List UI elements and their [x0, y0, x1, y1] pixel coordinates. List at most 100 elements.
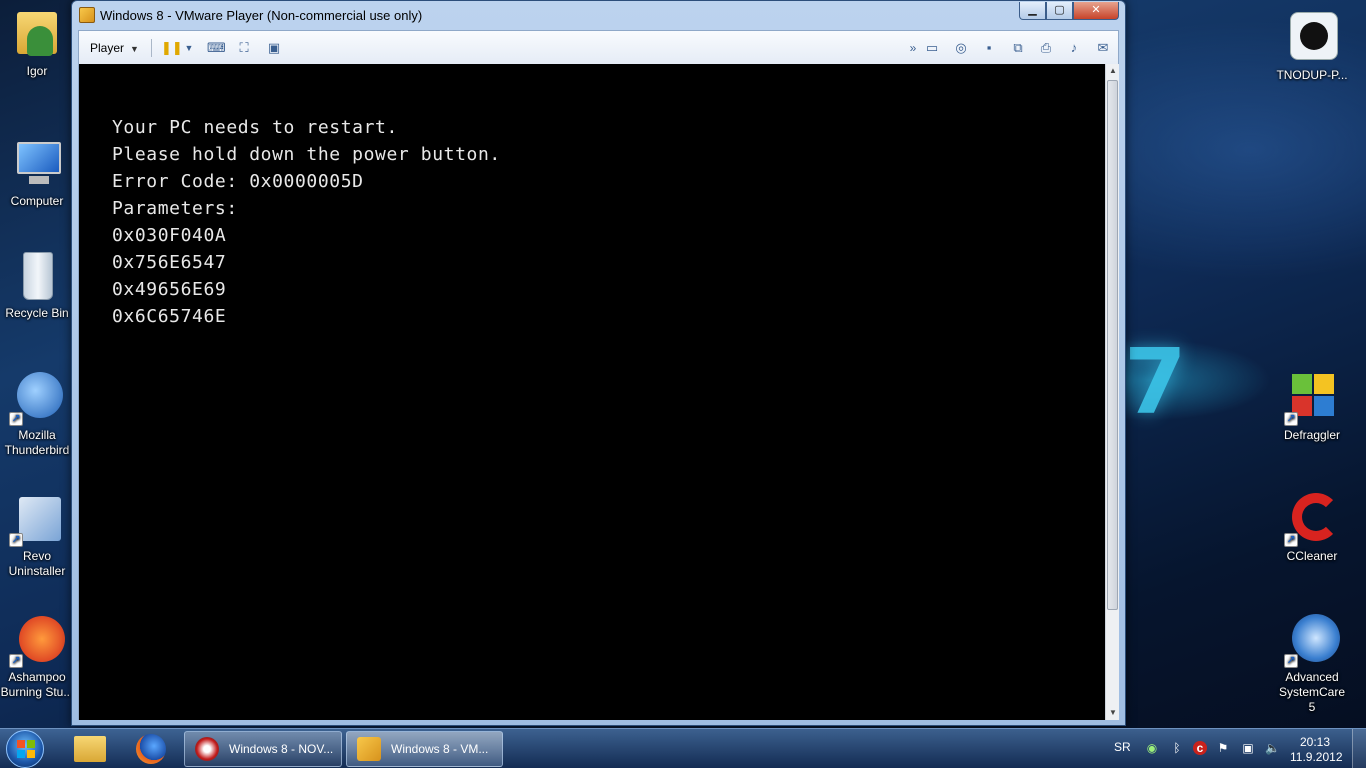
console-line: Your PC needs to restart. — [112, 117, 398, 138]
vmware-player-window[interactable]: Windows 8 - VMware Player (Non-commercia… — [71, 0, 1126, 726]
console-line: 0x030F040A — [112, 225, 227, 246]
cd-dvd-icon[interactable]: ◎ — [953, 40, 969, 56]
taskbar-button-windows8-vmware[interactable]: Windows 8 - VM... — [346, 731, 503, 767]
advanced-systemcare-icon: ↗ — [1284, 612, 1340, 668]
vertical-scrollbar[interactable]: ▲ ▼ — [1105, 64, 1119, 720]
desktop-icon-revo-uninstaller[interactable]: ↗ Revo Uninstaller — [0, 491, 74, 579]
clock-time: 20:13 — [1299, 735, 1331, 749]
unity-icon[interactable]: ▣ — [266, 40, 282, 56]
double-chevron-right-icon[interactable]: » — [905, 40, 921, 56]
desktop-icon-label: Advanced SystemCare 5 — [1278, 670, 1346, 714]
player-menu-label: Player — [90, 41, 125, 55]
recycle-bin-icon — [9, 248, 65, 304]
ashampoo-icon: ↗ — [9, 612, 65, 668]
shortcut-arrow-icon: ↗ — [1284, 533, 1298, 547]
user-folder-icon — [9, 6, 65, 62]
desktop-icon-recycle-bin[interactable]: Recycle Bin — [0, 248, 74, 321]
vm-console-screen[interactable]: Your PC needs to restart. Please hold do… — [78, 64, 1105, 720]
hard-disk-icon[interactable]: ▭ — [924, 40, 940, 56]
desktop-icon-label: Igor — [26, 64, 48, 78]
volume-icon[interactable]: 🔈 — [1265, 741, 1280, 755]
pinned-firefox[interactable] — [126, 732, 178, 766]
console-line: Parameters: — [112, 198, 238, 219]
desktop-icon-defraggler[interactable]: ↗ Defraggler — [1275, 370, 1349, 443]
shortcut-arrow-icon: ↗ — [9, 654, 23, 668]
sound-card-icon[interactable]: ♪ — [1066, 40, 1082, 56]
desktop-icon-label: CCleaner — [1286, 549, 1338, 563]
floppy-icon[interactable]: ▪ — [981, 40, 997, 56]
desktop-icon-advanced-systemcare[interactable]: ↗ Advanced SystemCare 5 — [1275, 612, 1349, 715]
show-desktop-button[interactable] — [1352, 729, 1366, 768]
firefox-icon — [136, 734, 166, 764]
chevron-down-icon: ▼ — [130, 44, 139, 54]
defraggler-icon: ↗ — [1284, 370, 1340, 426]
console-line: 0x49656E69 — [112, 279, 227, 300]
shortcut-arrow-icon: ↗ — [9, 412, 23, 426]
desktop-icon-label: Mozilla Thunderbird — [4, 428, 70, 457]
player-menu-button[interactable]: Player ▼ — [84, 38, 145, 58]
window-title-bar[interactable]: Windows 8 - VMware Player (Non-commercia… — [72, 1, 1125, 29]
revo-uninstaller-icon: ↗ — [9, 491, 65, 547]
scroll-up-arrow-icon[interactable]: ▲ — [1106, 64, 1120, 78]
desktop-icon-label: Recycle Bin — [5, 306, 69, 320]
printer-icon[interactable]: ⎙ — [1038, 40, 1054, 56]
shortcut-arrow-icon: ↗ — [1284, 412, 1298, 426]
desktop-icon-label: Ashampoo Burning Stu... — [0, 670, 74, 699]
desktop-icon-ashampoo[interactable]: ↗ Ashampoo Burning Stu... — [0, 612, 74, 700]
maximize-button[interactable]: ▢ — [1046, 2, 1073, 20]
system-clock[interactable]: 20:13 11.9.2012 — [1290, 735, 1343, 765]
pause-dropdown-icon[interactable]: ▼ — [181, 40, 197, 56]
start-button[interactable] — [6, 730, 44, 768]
desktop-icon-tnodup[interactable]: TNODUP-P... — [1275, 10, 1349, 83]
desktop-icon-thunderbird[interactable]: ↗ Mozilla Thunderbird — [0, 370, 74, 458]
network-adapter-icon[interactable]: ⧉ — [1010, 40, 1026, 56]
pinned-explorer[interactable] — [66, 732, 118, 766]
minimize-button[interactable]: ▁ — [1019, 2, 1046, 20]
bluetooth-icon[interactable]: ᛒ — [1170, 741, 1184, 755]
taskbar-button-windows8-nov[interactable]: Windows 8 - NOV... — [184, 731, 342, 767]
console-line: Please hold down the power button. — [112, 144, 501, 165]
error-message: Your PC needs to restart. Please hold do… — [112, 114, 501, 330]
desktop-icon-label: TNODUP-P... — [1276, 68, 1348, 82]
desktop-icon-user-folder[interactable]: Igor — [0, 6, 74, 79]
console-line: 0x756E6547 — [112, 252, 227, 273]
shortcut-arrow-icon: ↗ — [9, 533, 23, 547]
tnodup-icon — [1284, 10, 1340, 66]
send-ctrl-alt-del-icon[interactable]: ⌨ — [207, 40, 226, 56]
vmware-icon — [357, 737, 381, 761]
action-center-flag-icon[interactable]: ⚑ — [1216, 741, 1230, 755]
close-button[interactable]: ✕ — [1073, 2, 1119, 20]
thunderbird-icon: ↗ — [9, 370, 65, 426]
desktop-icon-ccleaner[interactable]: ↗ CCleaner — [1275, 491, 1349, 564]
vmware-toolbar: Player ▼ ❚❚ ▼ ⌨ ⛶ ▣ » ▭ ◎ ▪ ⧉ ⎙ ♪ ✉ — [78, 30, 1119, 64]
ccleaner-tray-icon[interactable]: c — [1193, 741, 1207, 755]
console-line: 0x6C65746E — [112, 306, 227, 327]
shortcut-arrow-icon: ↗ — [1284, 654, 1298, 668]
scrollbar-thumb[interactable] — [1107, 80, 1118, 610]
taskbar-button-label: Windows 8 - NOV... — [229, 742, 334, 756]
console-line: Error Code: 0x0000005D — [112, 171, 364, 192]
window-title: Windows 8 - VMware Player (Non-commercia… — [100, 8, 423, 23]
taskbar-button-label: Windows 8 - VM... — [391, 742, 489, 756]
clock-date: 11.9.2012 — [1290, 750, 1343, 764]
ccleaner-icon: ↗ — [1284, 491, 1340, 547]
desktop-icon-computer[interactable]: Computer — [0, 136, 74, 209]
message-log-icon[interactable]: ✉ — [1095, 40, 1111, 56]
app-icon — [195, 737, 219, 761]
status-green-icon[interactable]: ◉ — [1145, 741, 1159, 755]
full-screen-icon[interactable]: ⛶ — [236, 40, 252, 56]
desktop-icon-label: Computer — [10, 194, 64, 208]
language-indicator[interactable]: SR — [1114, 740, 1131, 754]
vmware-app-icon — [79, 7, 95, 23]
pause-icon[interactable]: ❚❚ — [161, 40, 183, 56]
taskbar: Windows 8 - NOV... Windows 8 - VM... SR … — [0, 728, 1366, 768]
caption-buttons: ▁ ▢ ✕ — [1019, 2, 1119, 20]
windows-logo-icon — [17, 740, 35, 758]
scroll-down-arrow-icon[interactable]: ▼ — [1106, 706, 1120, 720]
desktop-icon-label: Defraggler — [1283, 428, 1341, 442]
toolbar-separator — [151, 39, 152, 57]
computer-icon — [9, 136, 65, 192]
network-icon[interactable]: ▣ — [1241, 741, 1255, 755]
folder-icon — [74, 736, 106, 762]
wallpaper-seven-logo: 7 — [1124, 330, 1187, 435]
